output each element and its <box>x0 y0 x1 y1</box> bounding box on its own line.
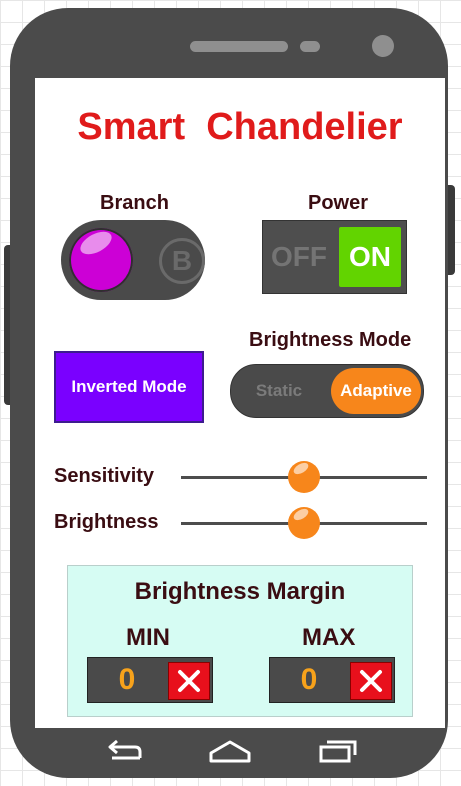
brightness-mode-adaptive[interactable]: Adaptive <box>331 368 421 414</box>
inverted-mode-button[interactable]: Inverted Mode <box>54 351 204 423</box>
home-icon[interactable] <box>208 738 252 764</box>
close-icon <box>178 670 200 692</box>
min-label: MIN <box>126 624 170 651</box>
app-screen: Smart Chandelier Branch B Power OFF ON I… <box>35 78 445 728</box>
max-clear-button[interactable] <box>350 662 392 700</box>
brightness-mode-static[interactable]: Static <box>231 365 327 417</box>
min-clear-button[interactable] <box>168 662 210 700</box>
back-icon[interactable] <box>104 738 144 764</box>
recent-apps-icon[interactable] <box>318 738 358 764</box>
power-label: Power <box>308 192 369 214</box>
branch-toggle[interactable]: B <box>61 220 205 300</box>
phone-frame: Smart Chandelier Branch B Power OFF ON I… <box>10 8 448 778</box>
sensitivity-label: Sensitivity <box>54 465 155 487</box>
front-camera <box>372 35 394 57</box>
branch-a-knob <box>69 227 133 292</box>
power-off-label: OFF <box>271 241 327 272</box>
max-label: MAX <box>302 624 356 651</box>
speaker-grille <box>190 41 288 52</box>
brightness-margin-title: Brightness Margin <box>134 578 346 605</box>
brightness-slider-thumb[interactable] <box>288 507 320 539</box>
brightness-margin-panel: Brightness Margin MIN 0 MAX 0 <box>67 565 413 717</box>
min-value: 0 <box>118 663 136 696</box>
brightness-mode-switch[interactable]: Static Adaptive <box>230 364 424 418</box>
app-title: Smart Chandelier <box>77 106 403 148</box>
proximity-sensor <box>300 41 320 52</box>
power-switch[interactable]: OFF ON <box>262 220 407 294</box>
max-field[interactable]: 0 <box>269 657 395 703</box>
branch-label: Branch <box>100 192 169 214</box>
max-value: 0 <box>300 663 318 696</box>
sensitivity-slider-thumb[interactable] <box>288 461 320 493</box>
min-field[interactable]: 0 <box>87 657 213 703</box>
close-icon <box>360 670 382 692</box>
brightness-label: Brightness <box>54 511 159 533</box>
brightness-mode-label: Brightness Mode <box>249 329 412 351</box>
branch-b-icon: B <box>159 238 205 284</box>
power-side-button <box>447 185 455 275</box>
power-on-label: ON <box>339 227 401 287</box>
